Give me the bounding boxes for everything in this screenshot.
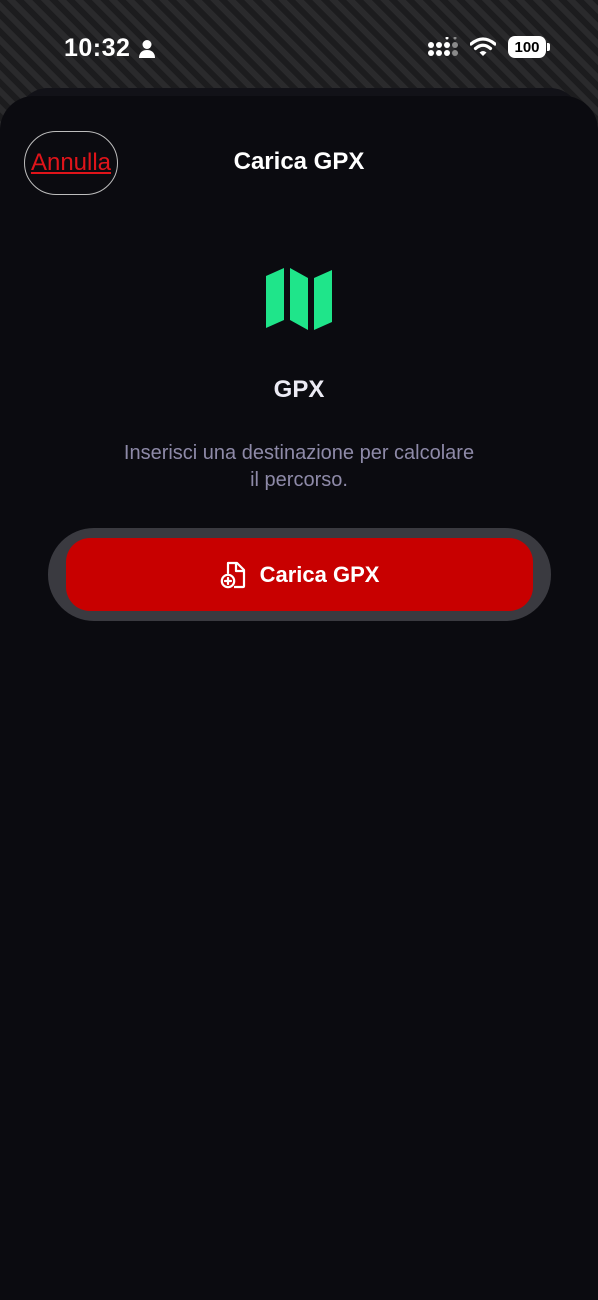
description-text: Inserisci una destinazione per calcolare… xyxy=(123,442,475,491)
status-time: 10:32 xyxy=(64,34,131,62)
upload-gpx-button-label: Carica GPX xyxy=(259,561,380,587)
status-icons: 100 xyxy=(428,36,550,58)
status-bar: 10:32 100 xyxy=(0,0,598,96)
upload-button-container: Carica GPX xyxy=(48,528,551,621)
section-title: GPX xyxy=(273,376,325,403)
upload-gpx-sheet: Annulla Carica GPX GPX Inserisci una des… xyxy=(0,96,598,1300)
person-icon xyxy=(139,39,156,58)
battery-level: 100 xyxy=(514,38,540,56)
file-add-icon xyxy=(220,561,245,588)
battery-icon: 100 xyxy=(508,36,550,58)
status-time-group: 10:32 xyxy=(64,34,156,63)
wifi-icon xyxy=(470,37,496,56)
screen: 10:32 100 Annulla Carica GPX GPX Inseris… xyxy=(0,0,598,1300)
signal-icon xyxy=(428,37,458,56)
map-icon xyxy=(266,268,332,330)
upload-gpx-button[interactable]: Carica GPX xyxy=(66,538,533,611)
sheet-title: Carica GPX xyxy=(233,148,365,175)
